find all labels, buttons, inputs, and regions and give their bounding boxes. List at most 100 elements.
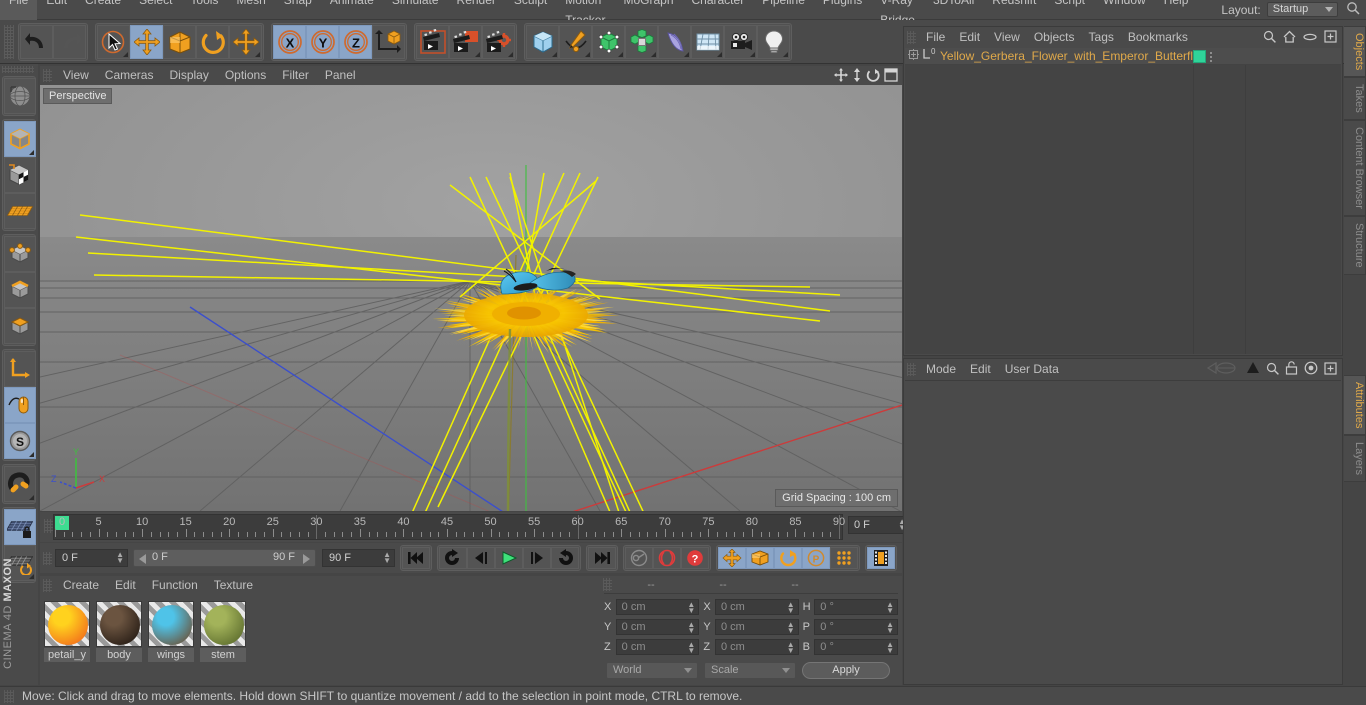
material-menu-texture[interactable]: Texture — [206, 576, 261, 595]
material-preview[interactable] — [200, 601, 246, 647]
help-record-button[interactable]: ? — [681, 547, 709, 569]
attribute-manager-grip[interactable] — [907, 362, 916, 376]
coordinate-field-rotation-h[interactable]: 0 ° ▲ ▼ — [814, 599, 898, 615]
viewport-menu-options[interactable]: Options — [217, 66, 274, 85]
scale-button[interactable] — [163, 24, 196, 59]
object-menu-bookmarks[interactable]: Bookmarks — [1121, 27, 1195, 47]
autokey-button[interactable] — [625, 547, 653, 569]
points-mode-button[interactable] — [4, 236, 36, 272]
viewport-move-icon[interactable] — [834, 68, 848, 85]
record-scale-button[interactable] — [746, 547, 774, 569]
attribute-menu-mode[interactable]: Mode — [919, 359, 963, 379]
axis-modify-button[interactable] — [4, 351, 36, 387]
viewport-menu-cameras[interactable]: Cameras — [97, 66, 162, 85]
add-light-button[interactable] — [757, 24, 790, 59]
viewport-grip[interactable] — [43, 69, 52, 82]
pin-icon[interactable] — [1246, 361, 1260, 378]
workplane-lock-button[interactable] — [4, 509, 36, 545]
spinner-icon[interactable]: ▲▼ — [687, 601, 695, 615]
spinner-icon[interactable]: ▲▼ — [886, 601, 894, 615]
lock-x-button[interactable]: X — [273, 24, 306, 59]
viewport-maximize-icon[interactable] — [884, 68, 898, 85]
lock-icon[interactable] — [1285, 361, 1298, 378]
object-menu-view[interactable]: View — [987, 27, 1027, 47]
render-settings-button[interactable] — [482, 24, 515, 59]
spinner-icon[interactable]: ▲▼ — [687, 641, 695, 655]
object-row[interactable]: 0 Yellow_Gerbera_Flower_with_Emperor_Butt… — [905, 47, 1341, 65]
material-preview[interactable] — [96, 601, 142, 647]
spinner-icon[interactable]: ▲▼ — [787, 601, 795, 615]
coordinates-grip[interactable] — [603, 578, 612, 591]
add-environment-button[interactable] — [691, 24, 724, 59]
attribute-menu-user-data[interactable]: User Data — [998, 359, 1066, 379]
target-icon[interactable] — [1304, 361, 1318, 378]
search-icon[interactable] — [1346, 1, 1360, 18]
search-icon[interactable] — [1263, 30, 1276, 46]
spinner-icon[interactable]: ▲▼ — [383, 551, 391, 565]
visibility-dots-icon[interactable] — [1210, 51, 1212, 62]
material-item[interactable]: petail_y — [44, 601, 90, 662]
layout-select[interactable]: Startup — [1266, 2, 1338, 17]
record-rotation-button[interactable] — [774, 547, 802, 569]
timeline-button[interactable] — [867, 547, 895, 569]
home-icon[interactable] — [1283, 30, 1296, 46]
spinner-icon[interactable]: ▲▼ — [116, 551, 124, 565]
magnet-button[interactable] — [4, 466, 36, 502]
move-button[interactable] — [130, 24, 163, 59]
render-region-button[interactable] — [449, 24, 482, 59]
polygon-mesh-button[interactable] — [4, 193, 36, 229]
material-preview[interactable] — [148, 601, 194, 647]
coordinate-field-position-y[interactable]: 0 cm ▲ ▼ — [615, 619, 700, 635]
coordinate-field-size-y[interactable]: 0 cm ▲ ▼ — [714, 619, 799, 635]
lefttoolbar-grip[interactable] — [2, 66, 34, 73]
transport-grip[interactable] — [43, 551, 52, 565]
record-param-button[interactable]: P — [802, 547, 830, 569]
world-object-axis-button[interactable] — [372, 24, 405, 59]
tab-takes[interactable]: Takes — [1344, 77, 1366, 121]
object-name[interactable]: Yellow_Gerbera_Flower_with_Emperor_Butte… — [937, 49, 1199, 63]
add-deformer-button[interactable] — [658, 24, 691, 59]
preview-range-bar[interactable]: 0 F 90 F — [133, 549, 316, 567]
apply-button[interactable]: Apply — [802, 661, 890, 679]
attribute-body[interactable] — [905, 380, 1341, 683]
coordinate-field-size-z[interactable]: 0 cm ▲ ▼ — [714, 639, 799, 655]
tab-attributes[interactable]: Attributes — [1344, 374, 1366, 436]
frame-forward-button[interactable] — [523, 547, 551, 569]
lock-z-button[interactable]: Z — [339, 24, 372, 59]
lock-y-button[interactable]: Y — [306, 24, 339, 59]
move-axis-button[interactable] — [229, 24, 262, 59]
polygons-mode-button[interactable] — [4, 308, 36, 344]
document-end-field[interactable]: 90 F ▲ ▼ — [322, 549, 395, 567]
loop-button[interactable] — [551, 547, 579, 569]
material-menu-edit[interactable]: Edit — [107, 576, 144, 595]
tab-objects[interactable]: Objects — [1344, 26, 1366, 78]
coordinate-mode-select[interactable]: Scale — [704, 661, 796, 679]
coordinate-field-rotation-p[interactable]: 0 ° ▲ ▼ — [814, 619, 898, 635]
object-menu-tags[interactable]: Tags — [1082, 27, 1121, 47]
render-view-button[interactable] — [416, 24, 449, 59]
edges-mode-button[interactable] — [4, 272, 36, 308]
toolbar-grip[interactable] — [4, 24, 14, 59]
material-menu-function[interactable]: Function — [144, 576, 206, 595]
object-menu-file[interactable]: File — [919, 27, 952, 47]
object-tree[interactable]: 0 Yellow_Gerbera_Flower_with_Emperor_Butt… — [905, 47, 1341, 354]
viewport-scale-icon[interactable] — [852, 68, 862, 85]
material-menu-create[interactable]: Create — [55, 576, 107, 595]
material-grip[interactable] — [43, 579, 52, 592]
viewport-menu-filter[interactable]: Filter — [274, 66, 317, 85]
play-reverse-loop-button[interactable] — [439, 547, 467, 569]
add-icon[interactable] — [1324, 361, 1337, 378]
attribute-menu-edit[interactable]: Edit — [963, 359, 998, 379]
record-position-button[interactable] — [718, 547, 746, 569]
spinner-icon[interactable]: ▲▼ — [687, 621, 695, 635]
object-manager-grip[interactable] — [907, 30, 916, 44]
coordinate-field-rotation-b[interactable]: 0 ° ▲ ▼ — [814, 639, 898, 655]
go-to-end-button[interactable] — [588, 547, 616, 569]
spinner-icon[interactable]: ▲▼ — [787, 621, 795, 635]
material-item[interactable]: body — [96, 601, 142, 662]
add-camera-button[interactable] — [724, 24, 757, 59]
tab-content-browser[interactable]: Content Browser — [1344, 120, 1366, 216]
enable-snapping-button[interactable] — [4, 387, 36, 423]
object-menu-objects[interactable]: Objects — [1027, 27, 1082, 47]
add-layer-icon[interactable] — [1324, 30, 1337, 46]
